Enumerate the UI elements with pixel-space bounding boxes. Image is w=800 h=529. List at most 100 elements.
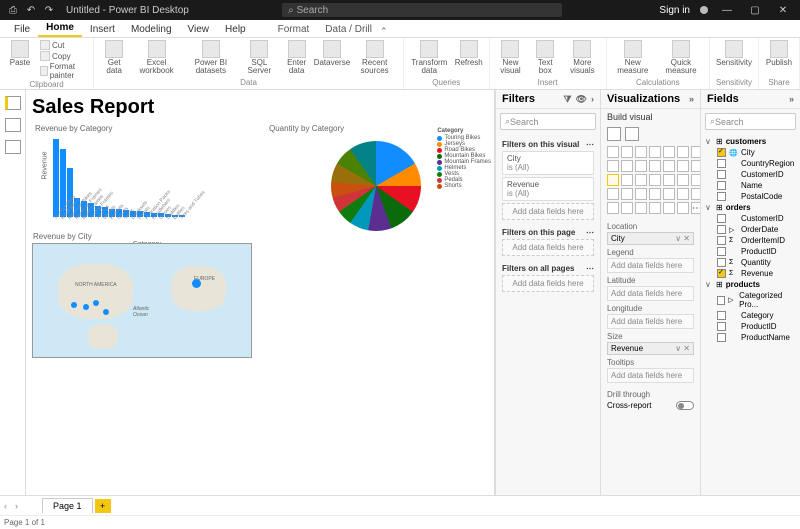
stacked-bar-icon[interactable]	[607, 146, 619, 158]
more-icon[interactable]: ⋯	[586, 228, 594, 237]
new-visual-button[interactable]: New visual	[496, 40, 526, 75]
enter-data-button[interactable]: Enter data	[282, 40, 311, 75]
undo-icon[interactable]: ↶	[22, 5, 40, 16]
field-checkbox[interactable]	[717, 170, 726, 179]
field-row[interactable]: ProductID	[705, 246, 796, 257]
field-checkbox[interactable]	[717, 322, 726, 331]
field-checkbox[interactable]	[717, 333, 726, 342]
field-row[interactable]: ProductID	[705, 321, 796, 332]
refresh-button[interactable]: Refresh	[455, 40, 483, 67]
tab-insert[interactable]: Insert	[82, 22, 123, 37]
tab-help[interactable]: Help	[217, 22, 254, 37]
field-checkbox[interactable]	[717, 225, 726, 234]
build-tab-icon[interactable]	[607, 127, 621, 141]
field-well-empty[interactable]: Add data fields here	[607, 258, 694, 273]
recent-sources-button[interactable]: Recent sources	[352, 40, 396, 75]
filter-card-revenue[interactable]: Revenueis (All)	[502, 177, 594, 201]
add-page-filter-well[interactable]: Add data fields here	[502, 239, 594, 256]
tab-view[interactable]: View	[180, 22, 218, 37]
field-checkbox[interactable]	[717, 192, 726, 201]
field-row[interactable]: ΣQuantity	[705, 257, 796, 268]
bar[interactable]	[53, 139, 59, 217]
field-well-empty[interactable]: Add data fields here	[607, 314, 694, 329]
publish-button[interactable]: Publish	[765, 40, 793, 67]
cut-button[interactable]: Cut	[40, 40, 87, 50]
field-row[interactable]: ▷OrderDate	[705, 224, 796, 235]
field-checkbox[interactable]	[717, 311, 726, 320]
add-visual-filter-well[interactable]: Add data fields here	[502, 203, 594, 220]
field-checkbox[interactable]	[717, 148, 726, 157]
map-visual-icon[interactable]	[607, 174, 619, 186]
redo-icon[interactable]: ↷	[40, 5, 58, 16]
table-header[interactable]: ∨⊞products	[705, 279, 796, 290]
field-row[interactable]: ProductName	[705, 332, 796, 343]
tab-home[interactable]: Home	[38, 20, 82, 37]
legend-item[interactable]: Shorts	[437, 183, 491, 189]
more-icon[interactable]: ⋯	[586, 264, 594, 273]
field-row[interactable]: CountryRegion	[705, 158, 796, 169]
field-row[interactable]: Category	[705, 310, 796, 321]
map-visual[interactable]: Revenue by City NORTH AMERICA EUROPE Atl…	[32, 243, 252, 358]
field-row[interactable]: CustomerID	[705, 169, 796, 180]
field-row[interactable]: Name	[705, 180, 796, 191]
more-icon[interactable]: ⋯	[586, 140, 594, 149]
field-checkbox[interactable]	[717, 236, 726, 245]
model-view-icon[interactable]	[5, 140, 21, 154]
copy-button[interactable]: Copy	[40, 51, 87, 61]
bar-chart-visual[interactable]: Revenue by Category Revenue Touring Bike…	[32, 121, 262, 241]
field-checkbox[interactable]	[717, 159, 726, 168]
cross-report-toggle[interactable]	[676, 401, 694, 410]
transform-data-button[interactable]: Transform data	[410, 40, 449, 75]
table-header[interactable]: ∨⊞customers	[705, 136, 796, 147]
field-checkbox[interactable]	[717, 258, 726, 267]
field-row[interactable]: CustomerID	[705, 213, 796, 224]
table-header[interactable]: ∨⊞orders	[705, 202, 796, 213]
tab-modeling[interactable]: Modeling	[123, 22, 180, 37]
prev-page-icon[interactable]: ‹	[0, 501, 11, 511]
field-row[interactable]: ▷Categorized Pro...	[705, 290, 796, 310]
add-all-filter-well[interactable]: Add data fields here	[502, 275, 594, 292]
new-measure-button[interactable]: New measure	[613, 40, 653, 75]
collapse-ribbon-icon[interactable]: ⌃	[380, 26, 388, 37]
tab-data-drill[interactable]: Data / Drill	[317, 22, 380, 37]
excel-button[interactable]: Excel workbook	[134, 40, 179, 75]
field-checkbox[interactable]	[717, 247, 726, 256]
format-tab-icon[interactable]	[625, 127, 639, 141]
more-visuals-button[interactable]: More visuals	[565, 40, 599, 75]
field-well-empty[interactable]: Add data fields here	[607, 286, 694, 301]
filter-card-city[interactable]: Cityis (All)	[502, 151, 594, 175]
dataverse-button[interactable]: Dataverse	[317, 40, 346, 67]
minimize-icon[interactable]: —	[718, 5, 736, 16]
collapse-icon[interactable]: ›	[591, 94, 594, 105]
fields-search[interactable]: ⌕ Search	[705, 113, 796, 130]
pie-chart-visual[interactable]: Quantity by Category Category Touring Bi…	[266, 121, 486, 241]
close-icon[interactable]: ✕	[774, 5, 792, 16]
report-canvas[interactable]: Sales Report Revenue by Category Revenue…	[26, 90, 495, 495]
add-page-button[interactable]: +	[95, 499, 111, 513]
field-checkbox[interactable]	[717, 269, 726, 278]
collapse-icon[interactable]: »	[689, 94, 694, 104]
next-page-icon[interactable]: ›	[11, 501, 22, 511]
field-checkbox[interactable]	[717, 181, 726, 190]
quick-measure-button[interactable]: Quick measure	[659, 40, 703, 75]
text-box-button[interactable]: Text box	[531, 40, 559, 75]
sensitivity-button[interactable]: Sensitivity	[716, 40, 752, 67]
tab-file[interactable]: File	[6, 22, 38, 37]
data-view-icon[interactable]	[5, 118, 21, 132]
format-painter-button[interactable]: Format painter	[40, 62, 87, 80]
tab-format[interactable]: Format	[270, 22, 318, 37]
field-checkbox[interactable]	[717, 214, 726, 223]
field-row[interactable]: ΣOrderItemID	[705, 235, 796, 246]
field-row[interactable]: PostalCode	[705, 191, 796, 202]
field-well-value[interactable]: City∨ ✕	[607, 232, 694, 245]
field-checkbox[interactable]	[717, 296, 725, 305]
field-row[interactable]: ΣRevenue	[705, 268, 796, 279]
maximize-icon[interactable]: ▢	[746, 5, 764, 16]
field-well-value[interactable]: Revenue∨ ✕	[607, 342, 694, 355]
paste-button[interactable]: Paste	[6, 40, 34, 67]
avatar[interactable]	[700, 6, 708, 14]
eye-icon[interactable]: 👁	[576, 94, 587, 105]
filters-search[interactable]: ⌕ Search	[500, 113, 596, 130]
pbi-datasets-button[interactable]: Power BI datasets	[185, 40, 237, 75]
get-data-button[interactable]: Get data	[100, 40, 128, 75]
